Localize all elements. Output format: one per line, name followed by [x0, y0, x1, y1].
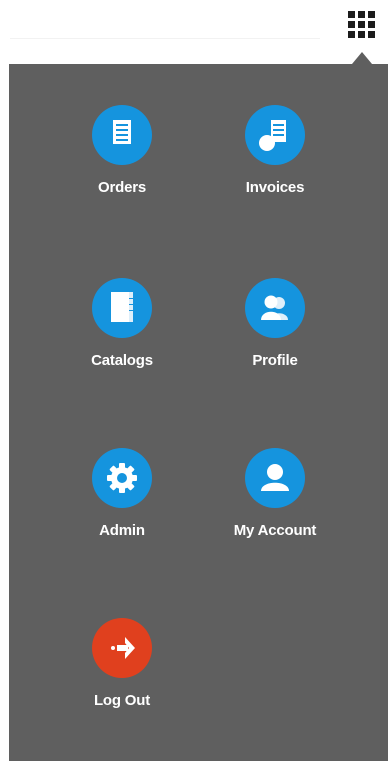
- my-account-label: My Account: [233, 522, 317, 539]
- invoices-tile[interactable]: Invoices: [205, 105, 345, 225]
- my-account-tile[interactable]: My Account: [205, 448, 345, 568]
- app-grid: Orders Invoices Catalogs Profile Admin M…: [9, 64, 388, 761]
- logout-tile[interactable]: Log Out: [52, 618, 192, 738]
- document-icon: [92, 105, 152, 165]
- admin-tile[interactable]: Admin: [52, 448, 192, 568]
- logout-label: Log Out: [93, 692, 151, 709]
- gear-icon: [92, 448, 152, 508]
- orders-label: Orders: [98, 179, 146, 196]
- book-icon: [92, 278, 152, 338]
- invoice-icon: [245, 105, 305, 165]
- profile-label: Profile: [252, 352, 298, 369]
- dropdown-caret: [352, 52, 372, 64]
- app-launcher-screen: Orders Invoices Catalogs Profile Admin M…: [0, 0, 388, 761]
- grid-icon[interactable]: [343, 6, 379, 42]
- arrow-right-icon: [92, 618, 152, 678]
- profile-tile[interactable]: Profile: [205, 278, 345, 398]
- admin-label: Admin: [99, 522, 145, 539]
- user-icon: [245, 448, 305, 508]
- top-bar: [0, 0, 388, 64]
- orders-tile[interactable]: Orders: [52, 105, 192, 225]
- catalogs-tile[interactable]: Catalogs: [52, 278, 192, 398]
- top-divider: [10, 38, 320, 39]
- catalogs-label: Catalogs: [91, 352, 153, 369]
- app-menu-panel: Orders Invoices Catalogs Profile Admin M…: [9, 64, 388, 761]
- invoices-label: Invoices: [245, 179, 305, 196]
- users-icon: [245, 278, 305, 338]
